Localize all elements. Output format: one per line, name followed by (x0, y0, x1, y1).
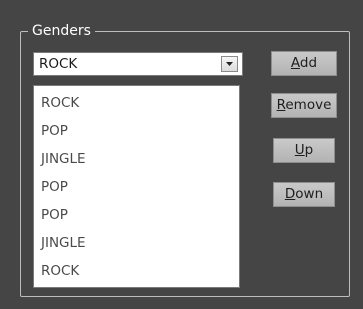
genders-panel: Genders ROCK ROCK POP JINGLE POP POP JIN… (0, 0, 363, 309)
combobox-value: ROCK (39, 56, 78, 72)
down-button-mnemonic: D (284, 186, 296, 202)
list-item[interactable]: JINGLE (34, 145, 239, 173)
list-item[interactable]: ROCK (34, 89, 239, 117)
up-button-mnemonic: U (294, 142, 305, 158)
list-item[interactable]: POP (34, 117, 239, 145)
list-item[interactable]: POP (34, 201, 239, 229)
remove-button[interactable]: Remove (271, 93, 337, 118)
down-button[interactable]: Down (273, 182, 335, 207)
add-button[interactable]: Add (271, 51, 337, 76)
add-button-mnemonic: A (290, 55, 300, 71)
genders-listbox[interactable]: ROCK POP JINGLE POP POP JINGLE ROCK (33, 85, 240, 288)
groupbox-title: Genders (28, 22, 95, 40)
gender-combobox[interactable]: ROCK (33, 52, 243, 76)
up-button-label: p (304, 142, 314, 158)
down-button-label: own (295, 186, 324, 202)
list-item[interactable]: ROCK (34, 257, 239, 285)
list-item[interactable]: POP (34, 173, 239, 201)
add-button-label: dd (299, 55, 318, 71)
remove-button-label: emove (285, 97, 332, 113)
list-item[interactable]: JINGLE (34, 229, 239, 257)
up-button[interactable]: Up (273, 138, 335, 163)
chevron-down-icon (226, 62, 233, 66)
dropdown-button[interactable] (221, 56, 238, 72)
